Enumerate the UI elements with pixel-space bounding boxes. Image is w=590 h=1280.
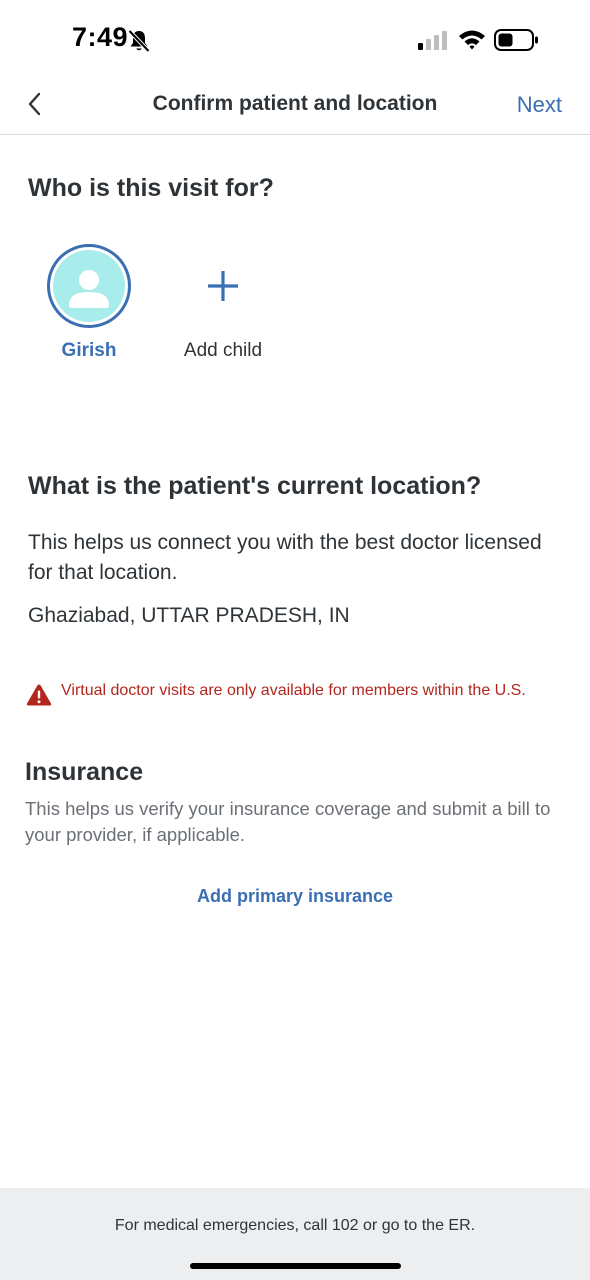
current-location: Ghaziabad, UTTAR PRADESH, IN — [28, 604, 350, 627]
patient-name: Girish — [61, 340, 117, 361]
patient-option-girish[interactable]: Girish — [29, 244, 149, 362]
bell-slash-icon — [128, 29, 150, 53]
insurance-description: This helps us verify your insurance cove… — [25, 798, 551, 845]
status-bar: 7:49 — [0, 0, 590, 80]
person-avatar-icon — [53, 250, 125, 322]
emergency-text: For medical emergencies, call 102 or go … — [114, 1217, 476, 1234]
wifi-icon — [459, 30, 485, 50]
add-child-button[interactable]: Add child — [163, 244, 283, 362]
battery-icon — [494, 29, 538, 51]
emergency-footer: For medical emergencies, call 102 or go … — [0, 1188, 590, 1280]
navigation-bar: Confirm patient and location Next — [0, 80, 590, 135]
next-button[interactable]: Next — [517, 92, 562, 118]
avatar-selected-ring — [47, 244, 131, 328]
status-time: 7:49 — [72, 22, 129, 52]
add-primary-insurance-link[interactable]: Add primary insurance — [0, 886, 590, 907]
location-description: This helps us connect you with the best … — [28, 531, 542, 584]
home-indicator[interactable] — [190, 1263, 401, 1269]
patient-section-title: Who is this visit for? — [28, 174, 274, 202]
page-title: Confirm patient and location — [152, 92, 438, 115]
warning-triangle-icon — [26, 684, 52, 706]
plus-icon — [181, 244, 265, 328]
add-child-label: Add child — [183, 340, 263, 361]
cellular-signal-icon — [418, 31, 447, 50]
warning-text: Virtual doctor visits are only available… — [61, 682, 526, 699]
location-section-title: What is the patient's current location? — [28, 472, 482, 500]
insurance-title: Insurance — [25, 758, 144, 786]
